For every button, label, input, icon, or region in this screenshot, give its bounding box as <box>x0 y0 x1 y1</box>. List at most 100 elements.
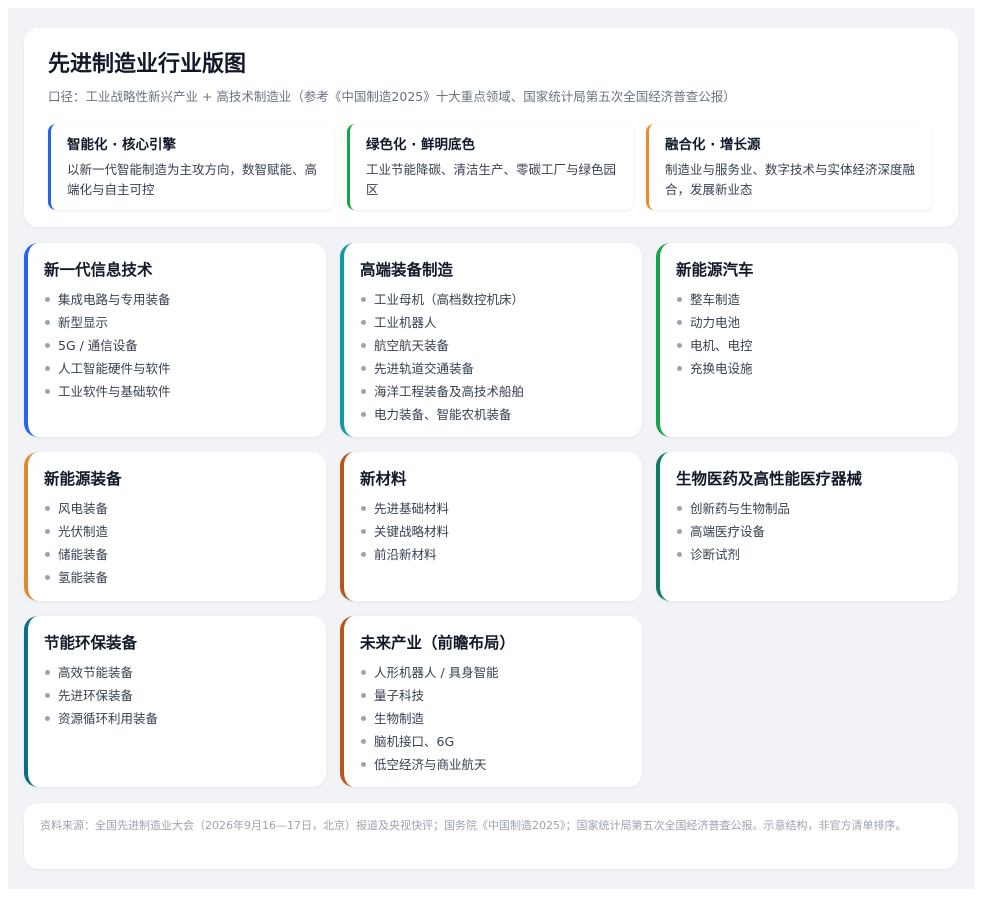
bullet-dot <box>45 389 50 394</box>
sector-title: 高端装备制造 <box>360 261 454 279</box>
list-item: 先进基础材料 <box>360 497 626 520</box>
sector-card-future-industries: 未来产业（前瞻布局） 人形机器人 / 具身智能 量子科技 生物制造 脑机接口、6… <box>340 616 642 787</box>
sector-list: 集成电路与专用装备 新型显示 5G / 通信设备 人工智能硬件与软件 工业软件与… <box>44 288 310 403</box>
bullet-dot <box>45 529 50 534</box>
sector-title: 未来产业（前瞻布局） <box>360 634 516 652</box>
list-item: 氢能装备 <box>44 566 310 589</box>
pillar-title: 绿色化 · 鲜明底色 <box>366 137 476 153</box>
bullet-dot <box>361 412 366 417</box>
pillar-green: 绿色化 · 鲜明底色 工业节能降碳、清洁生产、零碳工厂与绿色园区 <box>347 124 633 210</box>
list-item: 航空航天装备 <box>360 334 626 357</box>
sector-title: 新能源装备 <box>44 470 122 488</box>
bullet-dot <box>361 529 366 534</box>
list-item: 集成电路与专用装备 <box>44 288 310 311</box>
sector-card-biomedicine: 生物医药及高性能医疗器械 创新药与生物制品 高端医疗设备 诊断试剂 <box>656 452 958 601</box>
list-item: 人工智能硬件与软件 <box>44 357 310 380</box>
list-item: 先进环保装备 <box>44 684 310 707</box>
sector-title: 节能环保装备 <box>44 634 138 652</box>
sector-list: 风电装备 光伏制造 储能装备 氢能装备 <box>44 497 310 589</box>
sector-card-new-materials: 新材料 先进基础材料 关键战略材料 前沿新材料 <box>340 452 642 601</box>
bullet-dot <box>45 297 50 302</box>
sector-list: 创新药与生物制品 高端医疗设备 诊断试剂 <box>676 497 942 566</box>
list-item: 整车制造 <box>676 288 942 311</box>
list-item: 高效节能装备 <box>44 661 310 684</box>
sector-title: 生物医药及高性能医疗器械 <box>676 470 863 488</box>
bullet-dot <box>45 506 50 511</box>
bullet-dot <box>361 366 366 371</box>
sector-card-high-end-equipment: 高端装备制造 工业母机（高档数控机床） 工业机器人 航空航天装备 先进轨道交通装… <box>340 243 642 437</box>
pillar-description: 工业节能降碳、清洁生产、零碳工厂与绿色园区 <box>366 162 617 197</box>
bullet-dot <box>361 716 366 721</box>
list-item: 资源循环利用装备 <box>44 707 310 730</box>
list-item: 储能装备 <box>44 543 310 566</box>
list-item: 新型显示 <box>44 311 310 334</box>
list-item: 动力电池 <box>676 311 942 334</box>
header-card: 先进制造业行业版图 口径：工业战略性新兴产业 + 高技术制造业（参考《中国制造2… <box>24 28 958 227</box>
list-item: 5G / 通信设备 <box>44 334 310 357</box>
list-item: 低空经济与商业航天 <box>360 753 626 776</box>
bullet-dot <box>677 320 682 325</box>
bullet-dot <box>677 529 682 534</box>
sector-card-energy-saving-equipment: 节能环保装备 高效节能装备 先进环保装备 资源循环利用装备 <box>24 616 326 787</box>
list-item: 高端医疗设备 <box>676 520 942 543</box>
list-item: 风电装备 <box>44 497 310 520</box>
source-footer: 资料来源：全国先进制造业大会（2026年9月16—17日，北京）报道及央视快评；… <box>24 803 958 869</box>
list-item: 电力装备、智能农机装备 <box>360 403 626 426</box>
sector-title: 新能源汽车 <box>676 261 754 279</box>
pillar-title: 融合化 · 增长源 <box>665 137 761 153</box>
bullet-dot <box>677 552 682 557</box>
list-item: 创新药与生物制品 <box>676 497 942 520</box>
pillar-intelligent: 智能化 · 核心引擎 以新一代智能制造为主攻方向，数智赋能、高端化与自主可控 <box>48 124 334 210</box>
bullet-dot <box>361 343 366 348</box>
list-item: 先进轨道交通装备 <box>360 357 626 380</box>
bullet-dot <box>361 762 366 767</box>
bullet-dot <box>677 366 682 371</box>
bullet-dot <box>45 366 50 371</box>
pillar-integration: 融合化 · 增长源 制造业与服务业、数字技术与实体经济深度融合，发展新业态 <box>646 124 932 210</box>
bullet-dot <box>361 739 366 744</box>
list-item: 电机、电控 <box>676 334 942 357</box>
scope-note: 口径：工业战略性新兴产业 + 高技术制造业（参考《中国制造2025》十大重点领域… <box>48 89 736 104</box>
pillar-title: 智能化 · 核心引擎 <box>67 137 177 153</box>
list-item: 光伏制造 <box>44 520 310 543</box>
sector-card-nev: 新能源汽车 整车制造 动力电池 电机、电控 充换电设施 <box>656 243 958 437</box>
list-item: 关键战略材料 <box>360 520 626 543</box>
bullet-dot <box>677 297 682 302</box>
source-note: 资料来源：全国先进制造业大会（2026年9月16—17日，北京）报道及央视快评；… <box>40 819 907 832</box>
bullet-dot <box>45 320 50 325</box>
sector-title: 新材料 <box>360 470 407 488</box>
sector-list: 高效节能装备 先进环保装备 资源循环利用装备 <box>44 661 310 730</box>
bullet-dot <box>45 552 50 557</box>
bullet-dot <box>677 506 682 511</box>
bullet-dot <box>361 693 366 698</box>
list-item: 前沿新材料 <box>360 543 626 566</box>
list-item: 人形机器人 / 具身智能 <box>360 661 626 684</box>
bullet-dot <box>45 575 50 580</box>
bullet-dot <box>361 670 366 675</box>
bullet-dot <box>361 297 366 302</box>
bullet-dot <box>45 670 50 675</box>
bullet-dot <box>45 716 50 721</box>
page-title: 先进制造业行业版图 <box>48 52 247 77</box>
bullet-dot <box>45 343 50 348</box>
sector-card-next-gen-it: 新一代信息技术 集成电路与专用装备 新型显示 5G / 通信设备 人工智能硬件与… <box>24 243 326 437</box>
list-item: 工业软件与基础软件 <box>44 380 310 403</box>
bullet-dot <box>677 343 682 348</box>
bullet-dot <box>361 506 366 511</box>
list-item: 海洋工程装备及高技术船舶 <box>360 380 626 403</box>
bullet-dot <box>361 389 366 394</box>
sector-card-new-energy-equipment: 新能源装备 风电装备 光伏制造 储能装备 氢能装备 <box>24 452 326 601</box>
pillar-description: 以新一代智能制造为主攻方向，数智赋能、高端化与自主可控 <box>67 162 318 197</box>
bullet-dot <box>361 320 366 325</box>
list-item: 量子科技 <box>360 684 626 707</box>
pillar-row: 智能化 · 核心引擎 以新一代智能制造为主攻方向，数智赋能、高端化与自主可控 绿… <box>48 124 934 212</box>
list-item: 诊断试剂 <box>676 543 942 566</box>
list-item: 生物制造 <box>360 707 626 730</box>
sector-list: 工业母机（高档数控机床） 工业机器人 航空航天装备 先进轨道交通装备 海洋工程装… <box>360 288 626 426</box>
sector-list: 人形机器人 / 具身智能 量子科技 生物制造 脑机接口、6G 低空经济与商业航天 <box>360 661 626 776</box>
list-item: 脑机接口、6G <box>360 730 626 753</box>
list-item: 工业母机（高档数控机床） <box>360 288 626 311</box>
pillar-description: 制造业与服务业、数字技术与实体经济深度融合，发展新业态 <box>665 162 916 197</box>
sector-title: 新一代信息技术 <box>44 261 153 279</box>
list-item: 工业机器人 <box>360 311 626 334</box>
